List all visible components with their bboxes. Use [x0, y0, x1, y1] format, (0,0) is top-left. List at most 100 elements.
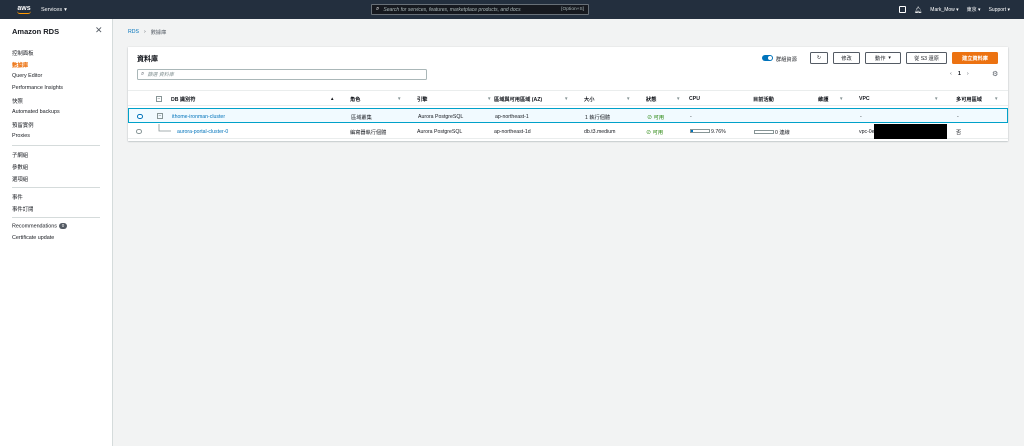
size-cell: db.t3.medium [584, 128, 616, 135]
expand-all-icon[interactable]: − [156, 95, 162, 102]
region-cell: ap-northeast-1 [495, 113, 529, 120]
sidebar-item-databases[interactable]: 數據庫 [12, 61, 28, 69]
services-menu[interactable]: Services ▾ [41, 7, 67, 13]
sort-icon[interactable]: ▼ [839, 96, 843, 101]
redaction-block [874, 124, 947, 139]
global-search-input[interactable]: ⌕ Search for services, features, marketp… [371, 4, 589, 15]
row-select-radio[interactable] [136, 128, 142, 134]
top-navigation-bar: aws Services ▾ ⌕ Search for services, fe… [0, 0, 1024, 19]
column-header-maintenance[interactable]: 維護 [818, 96, 828, 103]
region-name: 東京 [966, 7, 977, 13]
services-label: Services [41, 6, 63, 13]
previous-page-icon[interactable]: ‹ [950, 71, 952, 77]
cloudshell-icon[interactable] [899, 6, 907, 13]
create-database-button[interactable]: 建立資料庫 [952, 52, 998, 64]
status-cell: ⊘︎ 可用 [646, 129, 663, 136]
refresh-button[interactable]: ↻ [810, 52, 828, 64]
search-placeholder: Search for services, features, marketpla… [383, 6, 521, 13]
sidebar-item-event-subscriptions[interactable]: 事件訂閱 [12, 205, 34, 213]
status-text: 可用 [652, 129, 664, 136]
breadcrumb: RDS › 數據庫 [128, 29, 166, 36]
vpc-cell[interactable]: vpc-0e [859, 129, 875, 135]
db-identifier-link[interactable]: ithome-ironman-cluster [172, 114, 225, 120]
multi-az-cell: - [957, 113, 959, 120]
column-header-role[interactable]: 角色 [350, 96, 360, 103]
table-row[interactable]: − ithome-ironman-cluster 區域叢集 Aurora Pos… [128, 108, 1008, 123]
cpu-cell: 9.76% [689, 129, 726, 135]
group-resources-label: 群組資源 [776, 56, 797, 63]
breadcrumb-current: 數據庫 [150, 30, 167, 36]
table-header: − DB 識別符 ▲ 角色 ▼ 引擎 ▼ 區域與可用區域 (AZ) ▼ 大小 ▼… [128, 90, 1008, 106]
search-icon: ⌕ [376, 6, 380, 12]
sidebar-item-certificate-update[interactable]: Certificate update [12, 235, 54, 241]
db-identifier-link[interactable]: aurora-portal-cluster-0 [177, 129, 228, 135]
aws-smile-icon [17, 11, 31, 14]
cpu-cell: - [690, 113, 692, 120]
column-header-multi-az[interactable]: 多可用區域 [956, 96, 982, 103]
activity-bar [754, 130, 774, 134]
column-header-engine[interactable]: 引擎 [417, 96, 427, 103]
sidebar-item-reserved-instances[interactable]: 預留實例 [12, 121, 34, 129]
region-cell: ap-northeast-1d [494, 128, 531, 135]
column-header-status[interactable]: 狀態 [646, 96, 656, 103]
sort-icon[interactable]: ▼ [626, 96, 630, 101]
column-header-cpu[interactable]: CPU [689, 96, 700, 102]
engine-cell: Aurora PostgreSQL [417, 128, 463, 135]
recommendations-count-badge: 0 [58, 223, 67, 229]
aws-logo[interactable]: aws [14, 5, 34, 14]
bell-icon[interactable]: 🔔︎ [914, 6, 922, 14]
region-menu[interactable]: 東京 ▾ [967, 6, 981, 13]
engine-cell: Aurora PostgreSQL [418, 113, 464, 120]
column-header-size[interactable]: 大小 [584, 96, 594, 103]
sidebar-item-snapshots[interactable]: 快照 [12, 97, 23, 105]
actions-button[interactable]: 動作 ▾ [865, 52, 901, 64]
sort-icon[interactable]: ▼ [397, 96, 401, 101]
column-header-db-identifier[interactable]: DB 識別符 [171, 96, 196, 103]
pagination: ‹ 1 › [950, 71, 969, 77]
close-icon[interactable]: ✕ [95, 25, 103, 36]
sort-ascending-icon[interactable]: ▲ [330, 96, 334, 101]
sort-icon[interactable]: ▼ [487, 96, 491, 101]
recommendations-label: Recommendations [12, 223, 57, 230]
modify-button[interactable]: 修改 [833, 52, 860, 64]
role-cell: 編寫器執行個體 [350, 129, 387, 136]
row-select-radio[interactable] [137, 113, 143, 119]
sort-icon[interactable]: ▼ [564, 96, 568, 101]
column-header-vpc[interactable]: VPC [859, 96, 870, 102]
sidebar-item-performance-insights[interactable]: Performance Insights [12, 85, 63, 91]
sidebar-item-dashboard[interactable]: 控制面板 [12, 49, 34, 57]
databases-panel: 資料庫 群組資源 ↻ 修改 動作 ▾ 從 S3 還原 建立資料庫 ⌕ 篩選 資料… [128, 47, 1008, 141]
cpu-value: 9.76% [711, 128, 726, 135]
sort-icon[interactable]: ▼ [934, 96, 938, 101]
group-resources-toggle[interactable] [762, 55, 773, 61]
sort-icon[interactable]: ▼ [994, 96, 998, 101]
current-page-number[interactable]: 1 [958, 71, 961, 77]
column-header-current-activity[interactable]: 目前活動 [753, 96, 774, 103]
restore-from-s3-label: 從 S3 還原 [914, 55, 939, 62]
collapse-row-icon[interactable]: − [157, 113, 163, 119]
table-row[interactable]: aurora-portal-cluster-0 編寫器執行個體 Aurora P… [128, 124, 1008, 139]
sidebar-item-events[interactable]: 事件 [12, 193, 23, 201]
breadcrumb-rds-link[interactable]: RDS [128, 29, 139, 36]
support-menu[interactable]: Support ▾ [989, 7, 1010, 13]
sidebar-item-recommendations[interactable]: Recommendations 0 [12, 223, 67, 229]
sidebar-item-proxies[interactable]: Proxies [12, 133, 30, 139]
column-header-region-az[interactable]: 區域與可用區域 (AZ) [494, 96, 542, 103]
next-page-icon[interactable]: › [967, 71, 969, 77]
support-label: Support [988, 6, 1007, 13]
refresh-icon: ↻ [816, 55, 822, 61]
caret-down-icon: ▾ [888, 55, 891, 61]
actions-label: 動作 [875, 55, 886, 62]
sidebar-item-parameter-groups[interactable]: 參數組 [12, 163, 28, 171]
gear-icon[interactable]: ⚙ [992, 70, 998, 78]
filter-databases-input[interactable]: ⌕ 篩選 資料庫 [137, 69, 427, 80]
multi-az-cell: 否 [956, 129, 962, 136]
user-menu[interactable]: Mark_Mow ▾ [930, 7, 958, 13]
sidebar-item-subnet-groups[interactable]: 子網組 [12, 151, 28, 159]
sidebar-title: Amazon RDS [12, 27, 60, 36]
restore-from-s3-button[interactable]: 從 S3 還原 [906, 52, 947, 64]
sidebar-item-automated-backups[interactable]: Automated backups [12, 109, 60, 115]
sidebar-item-option-groups[interactable]: 選項組 [12, 175, 28, 183]
sort-icon[interactable]: ▼ [676, 96, 680, 101]
sidebar-item-query-editor[interactable]: Query Editor [12, 73, 42, 79]
